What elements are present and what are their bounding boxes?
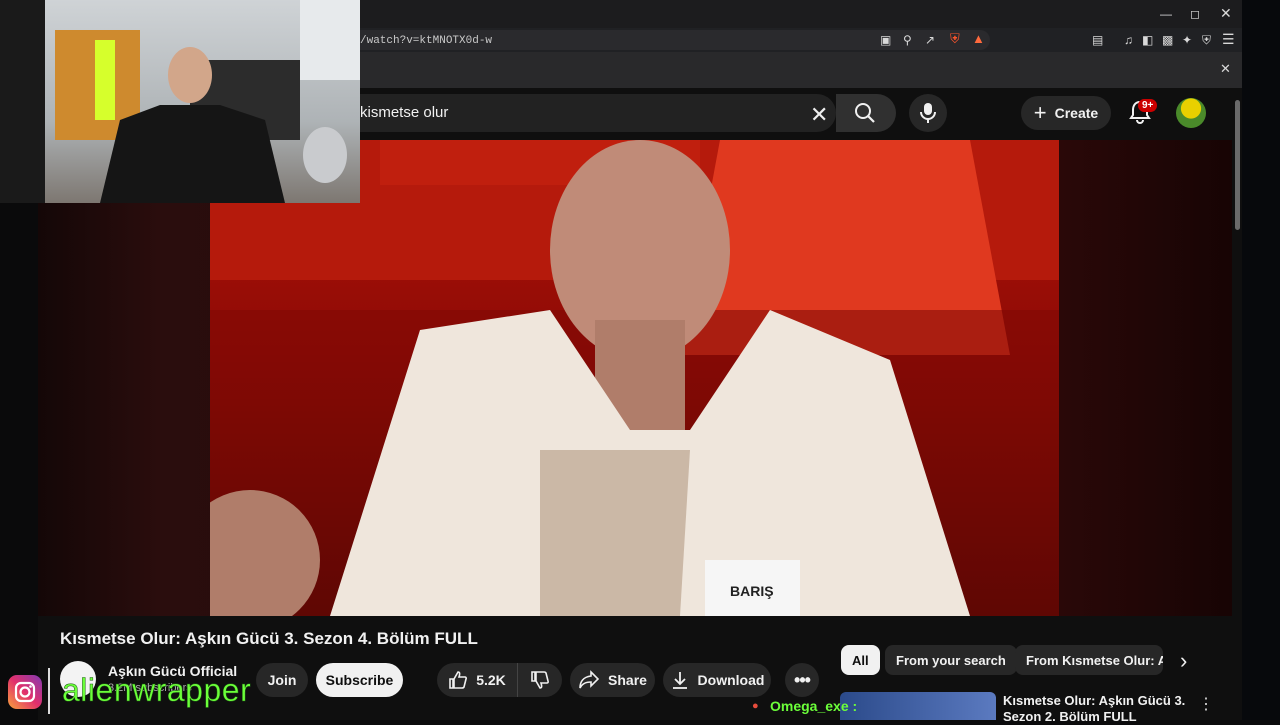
thumbs-down-icon — [531, 671, 549, 689]
join-label: Join — [267, 672, 297, 688]
rewards-icon[interactable]: ▲ — [972, 32, 985, 45]
left-dark-area — [0, 203, 38, 720]
create-button[interactable]: + Create — [1021, 96, 1111, 130]
video-frame-scene: BARIŞ — [210, 140, 1059, 616]
account-avatar[interactable] — [1176, 98, 1206, 128]
video-player-right-edge — [1059, 140, 1242, 616]
download-icon — [672, 672, 687, 689]
chevron-right-icon[interactable]: › — [1180, 648, 1187, 674]
voice-search-button[interactable] — [909, 94, 947, 132]
recommended-title[interactable]: Kısmetse Olur: Aşkın Gücü 3. Sezon 2. Bö… — [1003, 693, 1193, 725]
ai-icon[interactable]: ✦ — [1182, 34, 1192, 46]
subscribe-label: Subscribe — [325, 672, 394, 688]
instagram-icon — [8, 675, 42, 709]
chip-all[interactable]: All — [841, 645, 880, 675]
search-button[interactable] — [836, 94, 896, 132]
notification-badge: 9+ — [1138, 99, 1158, 112]
browser-title-bar: — ◻ ✕ — [360, 0, 1242, 28]
search-input[interactable]: kismetse olur — [360, 104, 448, 121]
more-actions-button[interactable]: ••• — [785, 663, 819, 697]
video-player[interactable]: BARIŞ — [210, 140, 1059, 616]
more-horizontal-icon: ••• — [794, 669, 811, 690]
create-label: Create — [1054, 105, 1099, 121]
dislike-button[interactable] — [517, 663, 562, 697]
streamer-webcam — [0, 0, 360, 203]
chip-from-channel[interactable]: From Kısmetse Olur: Aş — [1015, 645, 1163, 675]
zoom-icon[interactable]: ⚲ — [903, 34, 912, 46]
clear-search-icon[interactable]: ✕ — [810, 102, 828, 128]
split-view-icon[interactable]: ◧ — [1142, 34, 1153, 46]
right-dark-area — [1242, 0, 1280, 720]
download-button[interactable]: Download — [663, 663, 771, 697]
more-vertical-icon[interactable]: ⋮ — [1198, 694, 1214, 714]
shield-icon[interactable]: ⛨ — [950, 32, 960, 45]
search-icon — [855, 103, 875, 123]
share-icon — [579, 670, 600, 689]
music-icon[interactable]: ♫ — [1124, 34, 1133, 46]
overlay-divider — [48, 668, 50, 714]
maximize-icon[interactable]: ◻ — [1190, 8, 1200, 20]
like-count: 5.2K — [476, 672, 506, 688]
chat-username: Omega_exe : — [770, 698, 858, 714]
address-bar-url: /watch?v=ktMNOTX0d-w — [360, 35, 493, 47]
youtube-header: kismetse olur ✕ + Create 9+ — [360, 88, 1242, 140]
address-bar[interactable]: /watch?v=ktMNOTX0d-w ▣ ⚲ ↗ ⛨ ▲ — [360, 30, 990, 50]
sidebar-icon[interactable]: ▤ — [1092, 34, 1103, 46]
search-box[interactable]: kismetse olur ✕ — [360, 94, 836, 132]
wallet-icon[interactable]: ▩ — [1162, 34, 1173, 46]
like-button[interactable]: 5.2K — [437, 663, 517, 697]
join-button[interactable]: Join — [256, 663, 308, 697]
chip-from-your-search[interactable]: From your search — [885, 645, 1017, 675]
minimize-icon[interactable]: — — [1160, 8, 1172, 20]
recommended-thumbnail[interactable] — [840, 692, 996, 720]
cast-icon[interactable]: ▣ — [880, 34, 891, 46]
scrollbar-thumb[interactable] — [1235, 100, 1240, 230]
vpn-icon[interactable]: ⛨ — [1202, 34, 1211, 46]
subscribe-button[interactable]: Subscribe — [316, 663, 403, 697]
plus-icon: + — [1033, 100, 1047, 125]
share-page-icon[interactable]: ↗ — [925, 34, 935, 46]
name-tag: BARIŞ — [730, 583, 774, 599]
streamer-handle: alienwrapper — [62, 672, 252, 709]
download-label: Download — [697, 672, 765, 688]
browser-address-row: /watch?v=ktMNOTX0d-w ▣ ⚲ ↗ ⛨ ▲ ▤ ♫ ◧ ▩ ✦… — [360, 28, 1242, 52]
browser-info-bar: ✕ — [360, 52, 1242, 88]
share-button[interactable]: Share — [570, 663, 655, 697]
webcam-scene — [0, 0, 360, 203]
close-infobar-icon[interactable]: ✕ — [1220, 62, 1231, 75]
thumbs-up-icon — [449, 671, 468, 689]
share-label: Share — [608, 672, 647, 688]
microphone-icon — [920, 103, 936, 123]
chat-emote-icon: ● — [752, 700, 759, 712]
menu-icon[interactable]: ☰ — [1222, 32, 1235, 46]
close-window-icon[interactable]: ✕ — [1220, 6, 1232, 20]
instagram-glyph — [14, 681, 36, 703]
video-title: Kısmetse Olur: Aşkın Gücü 3. Sezon 4. Bö… — [60, 629, 478, 648]
